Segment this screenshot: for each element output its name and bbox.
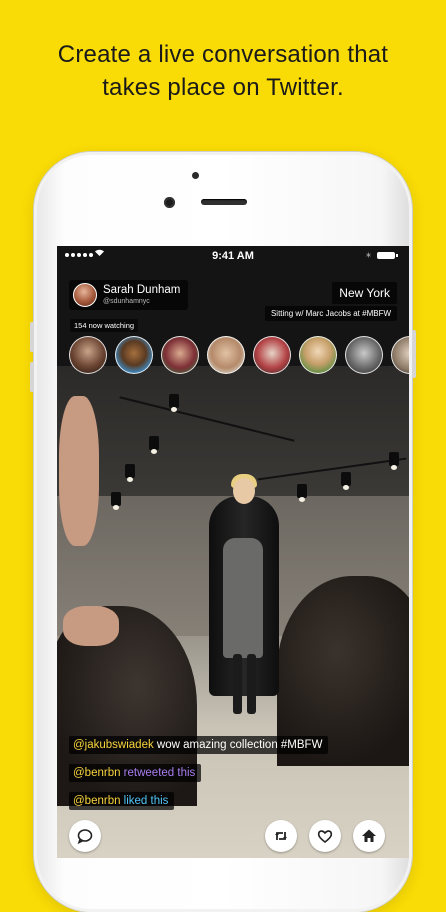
chat-comment: @jakubswiadek wow amazing collection #MB… — [69, 736, 329, 754]
viewer-avatars — [69, 336, 409, 376]
volume-button-down — [30, 362, 34, 392]
proximity-sensor — [192, 172, 199, 179]
viewer-avatar[interactable] — [115, 336, 153, 374]
stage-light — [341, 472, 351, 490]
chat-like-event: @benrbn liked this — [69, 792, 175, 810]
viewer-avatar[interactable] — [69, 336, 107, 374]
headline-line-1: Create a live conversation that — [57, 41, 389, 68]
volume-button-up — [30, 322, 34, 352]
model-head — [233, 478, 255, 504]
comment-text: liked this — [120, 795, 169, 807]
status-time: 9:41 AM — [212, 250, 254, 262]
viewer-avatar[interactable] — [161, 336, 199, 374]
front-camera — [164, 197, 175, 208]
retweet-button[interactable] — [265, 820, 297, 852]
earpiece-speaker — [201, 199, 247, 205]
model-leg — [233, 654, 242, 714]
comment-handle[interactable]: @benrbn — [73, 767, 120, 779]
broadcaster-profile[interactable]: Sarah Dunham @sdunhamnyc — [69, 280, 189, 310]
stage-light — [297, 484, 307, 502]
stage-light — [149, 436, 159, 454]
stage-light — [111, 492, 121, 510]
comment-handle[interactable]: @jakubswiadek — [73, 739, 154, 751]
viewer-count: 154 now watching — [70, 319, 139, 332]
comment-text: wow amazing collection #MBFW — [153, 739, 323, 751]
stage-light — [389, 452, 399, 470]
retweet-icon — [275, 832, 287, 840]
model-dress — [223, 538, 263, 658]
chat-bubble-icon — [77, 829, 93, 845]
comment-text: retweeted this — [120, 767, 196, 779]
broadcaster-handle: @sdunhamnyc — [103, 298, 150, 305]
broadcaster-name: Sarah Dunham — [103, 284, 181, 296]
power-button — [412, 330, 416, 378]
chat-retweet-event: @benrbn retweeted this — [69, 764, 202, 782]
foreground-hand — [59, 396, 99, 546]
phone-screen: 9:41 AM ⁎ Sarah Dunham @sdunhamnyc New Y… — [57, 246, 409, 858]
stage-light — [169, 394, 179, 412]
heart-button[interactable] — [309, 820, 341, 852]
battery-icon — [377, 252, 398, 259]
model-leg — [247, 654, 256, 714]
heart-icon — [317, 830, 333, 844]
comment-handle[interactable]: @benrbn — [73, 795, 120, 807]
headline: Create a live conversation that takes pl… — [0, 38, 446, 104]
broadcast-title: Sitting w/ Marc Jacobs at #MBFW — [264, 306, 397, 321]
home-button[interactable] — [353, 820, 385, 852]
foreground-hand — [63, 606, 119, 646]
viewer-avatar[interactable] — [207, 336, 245, 374]
broadcast-location: New York — [332, 282, 397, 304]
viewer-avatar[interactable] — [299, 336, 337, 374]
stage-light — [125, 464, 135, 482]
bluetooth-icon: ⁎ — [366, 249, 371, 260]
status-bar: 9:41 AM ⁎ — [57, 246, 409, 266]
viewer-avatar[interactable] — [345, 336, 383, 374]
home-icon — [362, 829, 376, 842]
avatar[interactable] — [73, 283, 97, 307]
headline-line-2: takes place on Twitter. — [102, 74, 344, 101]
viewer-avatar[interactable] — [391, 336, 409, 374]
chat-button[interactable] — [69, 820, 101, 852]
viewer-avatar[interactable] — [253, 336, 291, 374]
